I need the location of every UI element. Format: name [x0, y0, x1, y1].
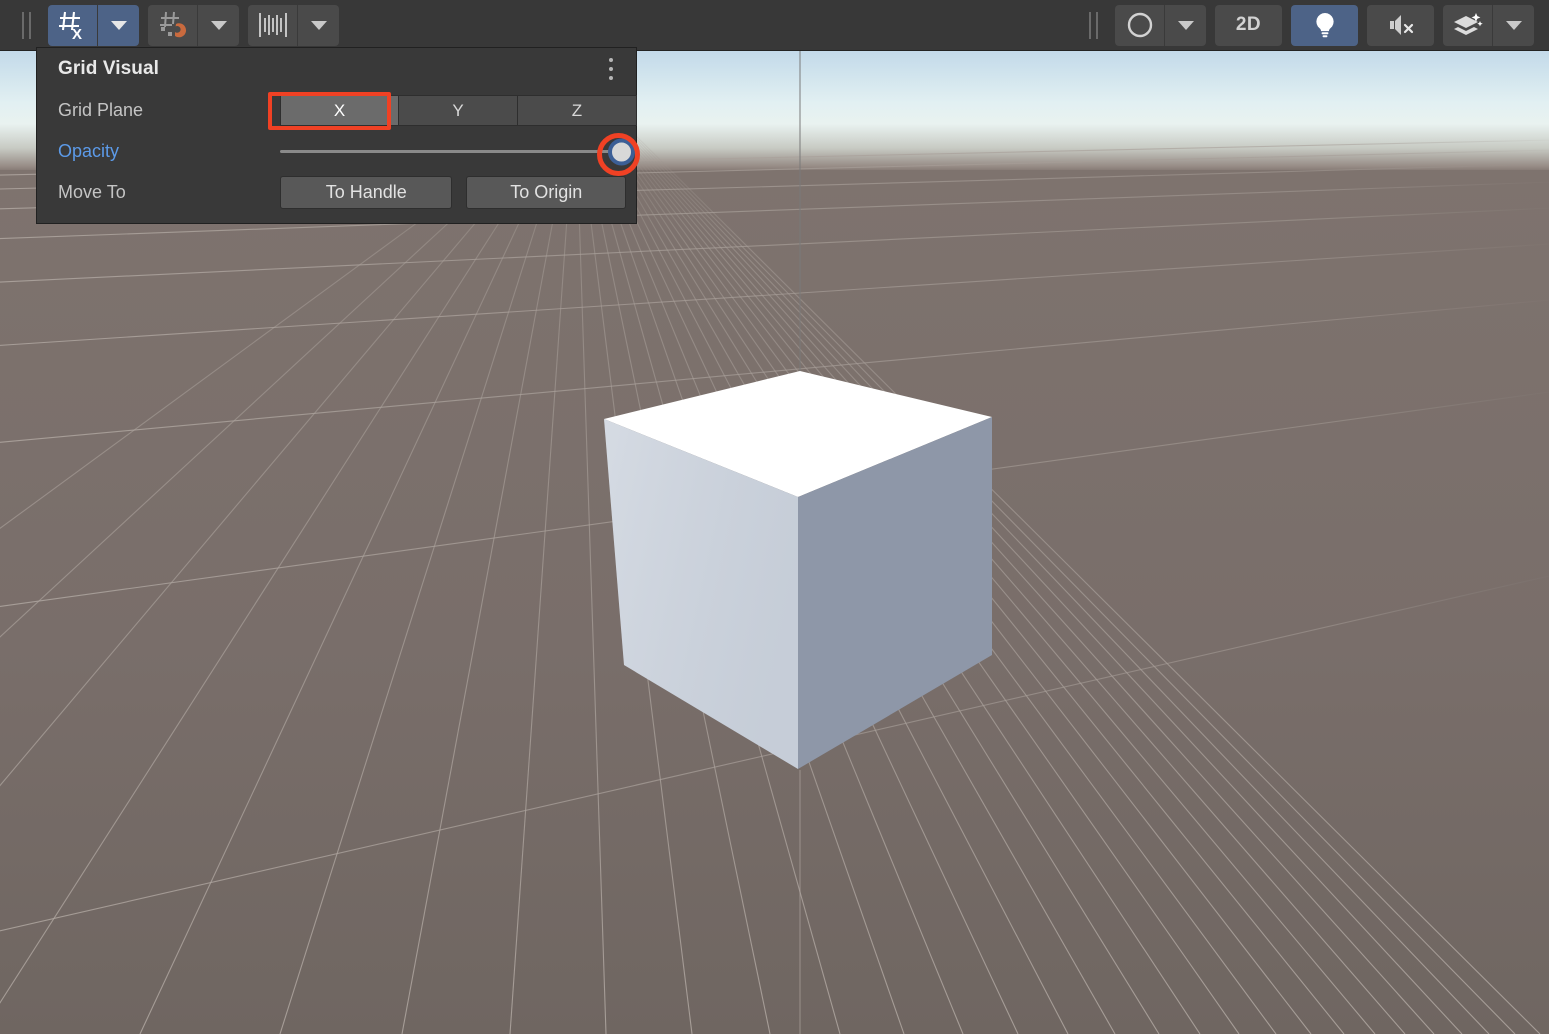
shaded-sphere-icon [1127, 12, 1152, 38]
audio-mute-icon [1389, 15, 1413, 35]
grid-visual-overlay-panel[interactable]: Grid Visual Grid Plane X Y Z Opacity Mov… [36, 47, 637, 224]
toolbar-group-effects [1443, 4, 1534, 46]
chevron-down-icon [1177, 20, 1194, 30]
toolbar-group-increment-snapping [248, 4, 339, 46]
toggle-2d-button[interactable]: 2D [1215, 4, 1282, 46]
grid-plane-option-y[interactable]: Y [399, 95, 518, 126]
grid-snap-button[interactable] [148, 4, 197, 46]
opacity-slider-track [280, 150, 626, 153]
scene-view-toolbar: X 2D [0, 0, 1549, 51]
chevron-down-icon [310, 20, 327, 30]
toolbar-right-drag-handle[interactable] [1081, 4, 1107, 46]
kebab-menu-icon[interactable] [598, 54, 624, 84]
grid-snap-dropdown[interactable] [198, 4, 239, 46]
toggle-2d-label: 2D [1235, 14, 1262, 35]
toolbar-group-grid-snapping: X [48, 4, 139, 46]
toggle-audio-button[interactable] [1367, 4, 1434, 46]
move-to-row: Move To To Handle To Origin [47, 172, 626, 213]
chevron-down-icon [110, 20, 127, 30]
grid-x-axis-icon: X [58, 11, 82, 40]
grid-plane-option-x[interactable]: X [280, 95, 399, 126]
chevron-down-icon [210, 20, 227, 30]
increment-snap-button[interactable] [248, 4, 297, 46]
toolbar-group-2d: 2D [1215, 4, 1282, 46]
toolbar-group-audio [1367, 4, 1434, 46]
shading-mode-dropdown[interactable] [1165, 4, 1206, 46]
grid-plane-option-z[interactable]: Z [518, 95, 637, 126]
toolbar-drag-handle[interactable] [14, 4, 40, 46]
grid-axis-button[interactable]: X [48, 4, 97, 46]
move-to-label: Move To [58, 182, 126, 202]
move-to-handle-button[interactable]: To Handle [280, 176, 453, 209]
increment-snap-dropdown[interactable] [298, 4, 339, 46]
toggle-lighting-button[interactable] [1291, 4, 1358, 46]
toolbar-group-lighting [1291, 4, 1358, 46]
toolbar-right-section: 2D [1081, 4, 1549, 46]
toolbar-left-section: X [0, 4, 348, 46]
move-to-origin-button[interactable]: To Origin [466, 176, 626, 209]
opacity-label: Opacity [58, 141, 120, 161]
chevron-down-icon [1505, 20, 1522, 30]
increment-snap-ruler-icon [258, 13, 287, 37]
grid-panel-header: Grid Visual [47, 48, 626, 90]
grid-panel-title: Grid Visual [58, 58, 160, 79]
toolbar-group-shading-mode [1115, 4, 1206, 46]
svg-text:X: X [72, 26, 82, 40]
opacity-slider[interactable] [280, 136, 635, 167]
opacity-row: Opacity [47, 131, 635, 172]
toolbar-group-grid-snap [148, 4, 239, 46]
shading-mode-button[interactable] [1115, 4, 1164, 46]
light-bulb-icon [1315, 12, 1334, 38]
scene-effects-dropdown[interactable] [1493, 4, 1534, 46]
scene-effects-button[interactable] [1443, 4, 1492, 46]
grid-plane-row: Grid Plane X Y Z [47, 90, 637, 131]
unity-scene-view: X 2D Grid Visual Grid Plane X Y Z Opacit… [0, 0, 1549, 1034]
cube-object[interactable] [598, 365, 1000, 775]
grid-plane-segmented-control: X Y Z [280, 95, 637, 126]
effects-layers-icon [1453, 13, 1483, 35]
grid-magnet-snap-icon [159, 11, 186, 38]
grid-axis-dropdown[interactable] [98, 4, 139, 46]
opacity-slider-knob[interactable] [608, 138, 635, 165]
grid-plane-label: Grid Plane [58, 100, 144, 120]
